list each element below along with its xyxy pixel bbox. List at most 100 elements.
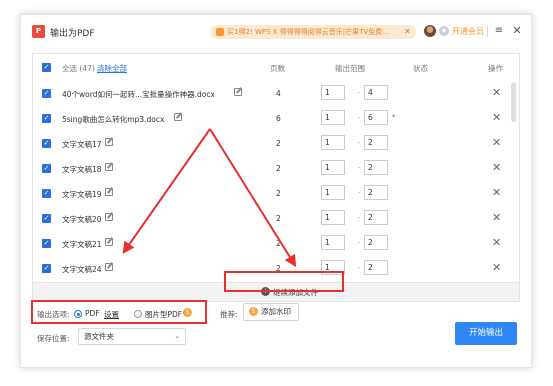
- promo-close-icon[interactable]: ✕: [404, 25, 411, 39]
- title-bar: P 输出为PDF 买1得2! WPS X 得得得得阅得云音乐|芒果TV免费...…: [21, 15, 531, 48]
- close-icon[interactable]: ✕: [511, 23, 523, 38]
- scrollbar[interactable]: [511, 82, 516, 122]
- range-from-input[interactable]: 1: [321, 160, 345, 175]
- range-from-input[interactable]: 1: [321, 85, 345, 100]
- pdf-option-label: PDF: [85, 309, 100, 318]
- range-to-input[interactable]: 2: [364, 135, 388, 150]
- range-dash: -: [358, 189, 361, 197]
- remove-row-icon[interactable]: ✕: [492, 161, 501, 174]
- plus-icon: +: [261, 287, 270, 296]
- edit-icon[interactable]: [105, 238, 113, 246]
- range-from-input[interactable]: 1: [321, 135, 345, 150]
- file-name: 文字文稿18: [62, 165, 102, 174]
- vip-icon: ◆: [439, 26, 449, 36]
- table-row: ✓ 5sing歌曲怎么转化mp3.docx 6 1 - 6 * ✕: [33, 107, 519, 132]
- row-checkbox[interactable]: ✓: [42, 139, 51, 148]
- range-to-input[interactable]: 2: [364, 260, 388, 275]
- avatar[interactable]: [424, 25, 436, 37]
- edit-icon[interactable]: [105, 163, 113, 171]
- pdf-export-window: P 输出为PDF 买1得2! WPS X 得得得得阅得云音乐|芒果TV免费...…: [20, 14, 532, 368]
- range-from-input[interactable]: 1: [321, 185, 345, 200]
- range-to-input[interactable]: 2: [364, 160, 388, 175]
- image-pdf-radio[interactable]: [134, 310, 142, 318]
- select-all-checkbox[interactable]: ✓: [42, 63, 51, 72]
- page-count: 2: [276, 164, 281, 173]
- column-status: 状态: [413, 64, 428, 73]
- row-checkbox[interactable]: ✓: [42, 264, 51, 273]
- pdf-radio[interactable]: [74, 310, 82, 318]
- row-checkbox[interactable]: ✓: [42, 114, 51, 123]
- save-location-select[interactable]: 源文件夹 ⌄: [78, 328, 186, 345]
- edit-icon[interactable]: [105, 263, 113, 271]
- range-from-input[interactable]: 1: [321, 235, 345, 250]
- row-checkbox[interactable]: ✓: [42, 189, 51, 198]
- remove-row-icon[interactable]: ✕: [492, 111, 501, 124]
- watermark-icon: S: [249, 307, 258, 316]
- edit-icon[interactable]: [105, 138, 113, 146]
- range-to-input[interactable]: 4: [364, 85, 388, 100]
- promo-banner[interactable]: 买1得2! WPS X 得得得得阅得云音乐|芒果TV免费... ✕: [211, 25, 416, 39]
- remove-row-icon[interactable]: ✕: [492, 236, 501, 249]
- promo-text: 买1得2! WPS X 得得得得阅得云音乐|芒果TV免费...: [227, 28, 389, 36]
- range-from-input[interactable]: 1: [321, 110, 345, 125]
- edit-icon[interactable]: [234, 88, 242, 96]
- remove-row-icon[interactable]: ✕: [492, 211, 501, 224]
- recommend-label: 推荐:: [220, 310, 238, 319]
- output-options-label: 输出选项:: [37, 310, 70, 319]
- column-action: 操作: [488, 64, 503, 73]
- table-row: ✓ 文字文稿18 2 1 - 2 ✕: [33, 157, 519, 182]
- range-to-input[interactable]: 2: [364, 235, 388, 250]
- range-dash: -: [358, 164, 361, 172]
- speaker-icon: [216, 28, 224, 36]
- range-to-input[interactable]: 2: [364, 185, 388, 200]
- add-watermark-button[interactable]: S 添加水印: [243, 303, 299, 321]
- image-pdf-option-label: 图片型PDF: [145, 310, 183, 319]
- row-checkbox[interactable]: ✓: [42, 239, 51, 248]
- remove-row-icon[interactable]: ✕: [492, 261, 501, 274]
- range-dash: -: [358, 89, 361, 97]
- column-pages: 页数: [270, 64, 285, 73]
- table-row: ✓ 文字文稿24 2 1 - 2 ✕: [33, 257, 519, 282]
- remove-row-icon[interactable]: ✕: [492, 136, 501, 149]
- row-checkbox[interactable]: ✓: [42, 164, 51, 173]
- select-all-label: 全选 (47): [62, 64, 95, 73]
- range-dash: -: [358, 214, 361, 222]
- file-name: 文字文稿19: [62, 190, 102, 199]
- row-checkbox[interactable]: ✓: [42, 214, 51, 223]
- table-row: ✓ 40个word如何一起转...宝批量操作神器.docx 4 1 - 4 ✕: [33, 82, 519, 107]
- start-export-button[interactable]: 开始输出: [455, 322, 517, 345]
- table-row: ✓ 文字文稿21 2 1 - 2 ✕: [33, 232, 519, 257]
- range-dash: -: [358, 239, 361, 247]
- settings-link[interactable]: 设置: [104, 309, 119, 320]
- clear-all-link[interactable]: 清除全部: [97, 63, 127, 74]
- page-count: 2: [276, 264, 281, 273]
- window-title: 输出为PDF: [50, 29, 95, 39]
- file-name: 文字文稿20: [62, 215, 102, 224]
- add-files-button[interactable]: + 继续添加文件: [261, 287, 318, 298]
- list-header: ✓ 全选 (47) 清除全部 页数 输出范围 状态 操作: [33, 54, 519, 80]
- add-watermark-label: 添加水印: [261, 307, 291, 316]
- edit-icon[interactable]: [174, 113, 182, 121]
- remove-row-icon[interactable]: ✕: [492, 86, 501, 99]
- vip-link[interactable]: 开通会员: [452, 26, 484, 37]
- range-dash: -: [358, 114, 361, 122]
- save-location-label: 保存位置:: [37, 334, 70, 343]
- add-files-label: 继续添加文件: [273, 288, 318, 297]
- range-to-input[interactable]: 2: [364, 210, 388, 225]
- file-name: 40个word如何一起转...宝批量操作神器.docx: [62, 90, 215, 99]
- remove-row-icon[interactable]: ✕: [492, 186, 501, 199]
- range-to-input[interactable]: 6: [364, 110, 388, 125]
- page-count: 2: [276, 239, 281, 248]
- table-row: ✓ 文字文稿20 2 1 - 2 ✕: [33, 207, 519, 232]
- edit-icon[interactable]: [105, 213, 113, 221]
- app-logo-icon: P: [32, 25, 45, 38]
- menu-icon[interactable]: ≡: [493, 23, 505, 38]
- range-from-input[interactable]: 1: [321, 210, 345, 225]
- range-from-input[interactable]: 1: [321, 260, 345, 275]
- page-count: 6: [276, 114, 281, 123]
- edit-icon[interactable]: [105, 188, 113, 196]
- range-dash: -: [358, 264, 361, 272]
- row-checkbox[interactable]: ✓: [42, 89, 51, 98]
- page-count: 2: [276, 189, 281, 198]
- column-range: 输出范围: [335, 64, 365, 73]
